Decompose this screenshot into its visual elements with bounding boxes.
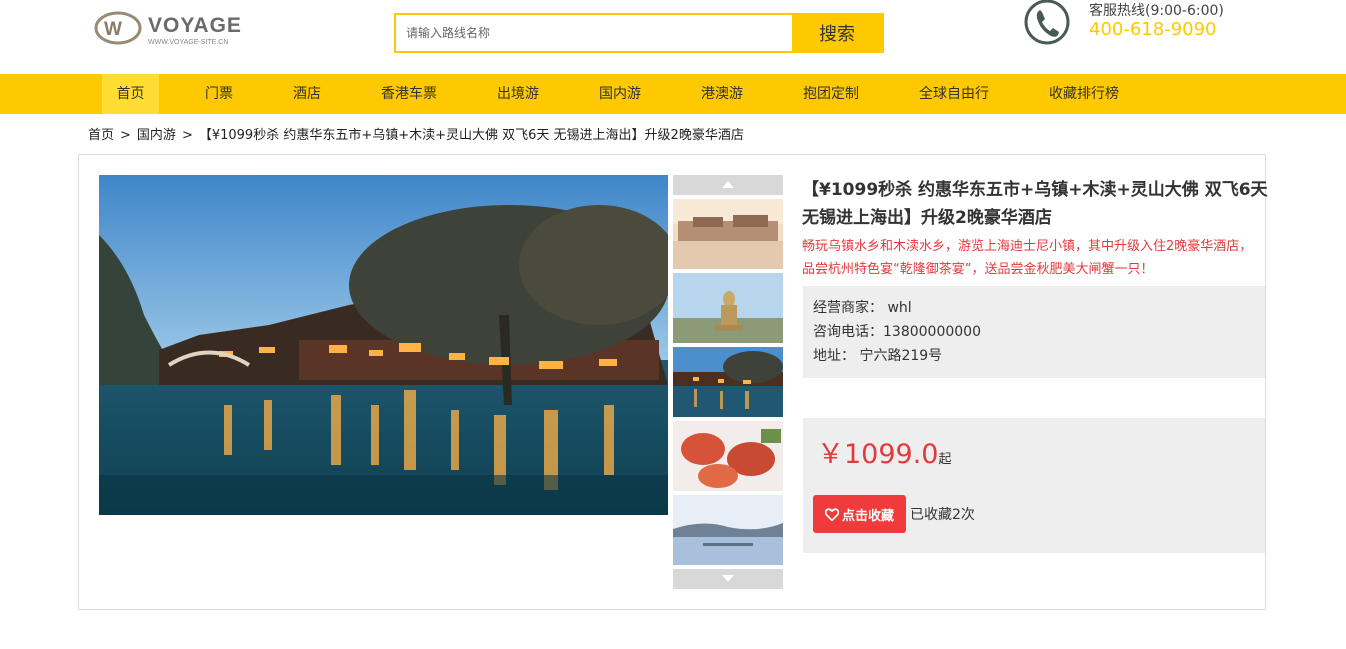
price-box: ￥1099.0起 点击收藏 已收藏2次 [803,418,1265,553]
nav-item-global-free[interactable]: 全球自由行 [910,74,998,114]
price-value: ￥1099.0 [817,439,939,470]
header: W VOYAGE WWW.VOYAGE-SITE.CN 搜索 客服热线(9:00… [0,0,1346,74]
breadcrumb-separator: > [120,128,131,143]
product-description: 畅玩乌镇水乡和木渎水乡，游览上海迪士尼小镇，其中升级入住2晚豪华酒店，品尝杭州特… [802,239,1253,277]
thumbnail-lingshan-buddha[interactable] [673,273,783,343]
voyage-logo[interactable]: W VOYAGE WWW.VOYAGE-SITE.CN [78,6,268,50]
thumbnail-water-town-morning[interactable] [673,199,783,269]
thumbnail-gallery [673,175,783,589]
main-nav: 首页 门票 酒店 香港车票 出境游 国内游 港澳游 抱团定制 全球自由行 收藏排… [0,74,1346,114]
nav-item-tickets[interactable]: 门票 [196,74,242,114]
nav-item-group-custom[interactable]: 抱团定制 [794,74,868,114]
merchant-line: 经营商家： whl [813,300,912,316]
phone-line: 咨询电话：13800000000 [813,324,981,340]
arrow-down-icon[interactable] [673,569,783,589]
merchant-info: 经营商家： whl 咨询电话：13800000000 地址： 宁六路219号 [803,286,1265,378]
nav-item-hk-bus[interactable]: 香港车票 [372,74,446,114]
breadcrumb-home[interactable]: 首页 [88,128,114,143]
search-box: 搜索 [394,13,884,53]
breadcrumb: 首页 > 国内游 > 【¥1099秒杀 约惠华东五市+乌镇+木渎+灵山大佛 双飞6天 无… [88,124,744,143]
price: ￥1099.0起 [817,432,952,471]
nav-item-hotels[interactable]: 酒店 [284,74,330,114]
favorite-button[interactable]: 点击收藏 [813,495,906,533]
nav-item-hk-macau[interactable]: 港澳游 [692,74,752,114]
svg-text:VOYAGE: VOYAGE [148,14,242,37]
price-suffix: 起 [938,452,952,467]
thumbnail-water-town-night[interactable] [673,347,783,417]
hotline-number: 400-618-9090 [1089,19,1217,40]
favorite-button-label: 点击收藏 [841,508,894,524]
heart-icon [824,507,839,521]
breadcrumb-current: 【¥1099秒杀 约惠华东五市+乌镇+木渎+灵山大佛 双飞6天 无锡进上海出】升… [198,128,744,143]
arrow-up-icon[interactable] [673,175,783,195]
breadcrumb-separator: > [181,128,193,143]
nav-item-domestic[interactable]: 国内游 [590,74,650,114]
address-line: 地址： 宁六路219号 [813,348,943,364]
search-input[interactable] [396,15,792,51]
favorite-count: 已收藏2次 [910,507,975,523]
thumbnail-hairy-crabs[interactable] [673,421,783,491]
breadcrumb-domestic[interactable]: 国内游 [137,128,176,143]
search-button[interactable]: 搜索 [792,15,882,51]
main-product-image [99,175,668,515]
nav-item-home[interactable]: 首页 [102,74,159,114]
nav-item-favorite-rank[interactable]: 收藏排行榜 [1040,74,1128,114]
svg-text:W: W [104,19,122,40]
phone-icon [1023,0,1071,48]
product-title: 【¥1099秒杀 约惠华东五市+乌镇+木渎+灵山大佛 双飞6天 无锡进上海出】升… [802,180,1268,228]
hotline-label: 客服热线(9:00-6:00) [1089,3,1224,19]
svg-text:WWW.VOYAGE-SITE.CN: WWW.VOYAGE-SITE.CN [148,39,228,46]
nav-item-outbound[interactable]: 出境游 [488,74,548,114]
thumbnail-lake-view[interactable] [673,495,783,565]
